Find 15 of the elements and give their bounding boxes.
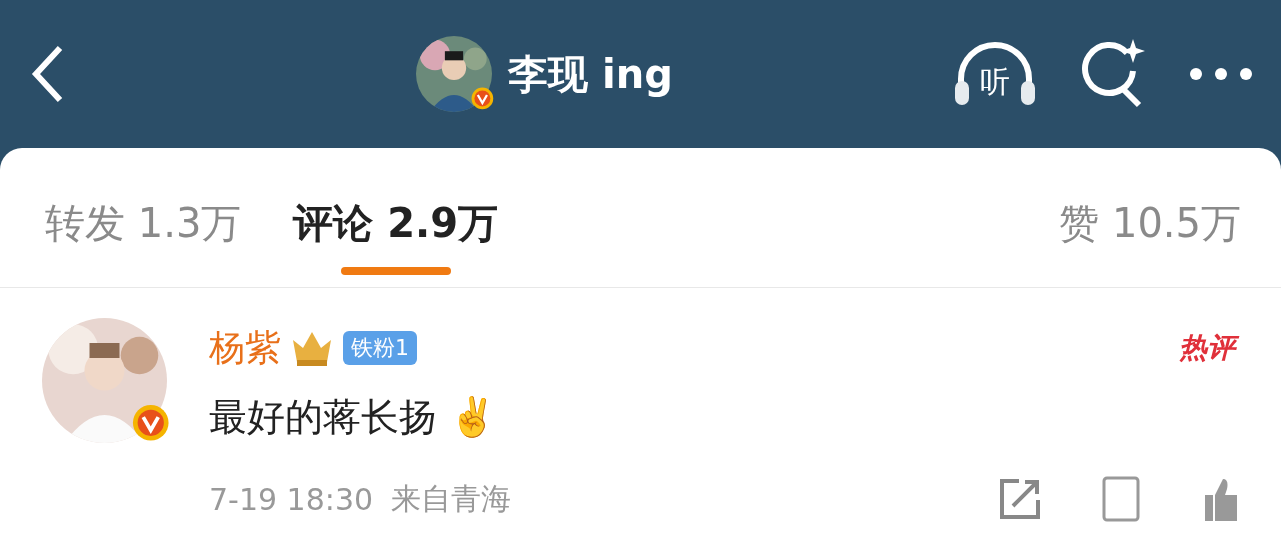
search-button[interactable] bbox=[1081, 39, 1145, 109]
fan-badge: 铁粉1 bbox=[343, 331, 417, 365]
comment-time: 7-19 18:30 bbox=[209, 481, 374, 517]
tab[interactable]: 赞 10.5万 bbox=[1059, 196, 1241, 269]
comment-location: 来自青海 bbox=[391, 479, 512, 518]
reply-button[interactable] bbox=[1101, 475, 1141, 523]
hot-comment-tag: 热评 bbox=[1173, 329, 1241, 367]
comment-author[interactable]: 杨紫 bbox=[209, 323, 281, 373]
more-button[interactable] bbox=[1189, 67, 1253, 81]
tab[interactable]: 评论 2.9万 bbox=[293, 196, 499, 293]
listen-button[interactable]: 听 bbox=[953, 41, 1037, 107]
share-button[interactable] bbox=[999, 478, 1041, 520]
comment-text: 最好的蒋长扬 ✌ bbox=[209, 394, 498, 441]
tab[interactable]: 转发 1.3万 bbox=[45, 196, 242, 269]
page-title: 李现 ing bbox=[508, 49, 673, 99]
